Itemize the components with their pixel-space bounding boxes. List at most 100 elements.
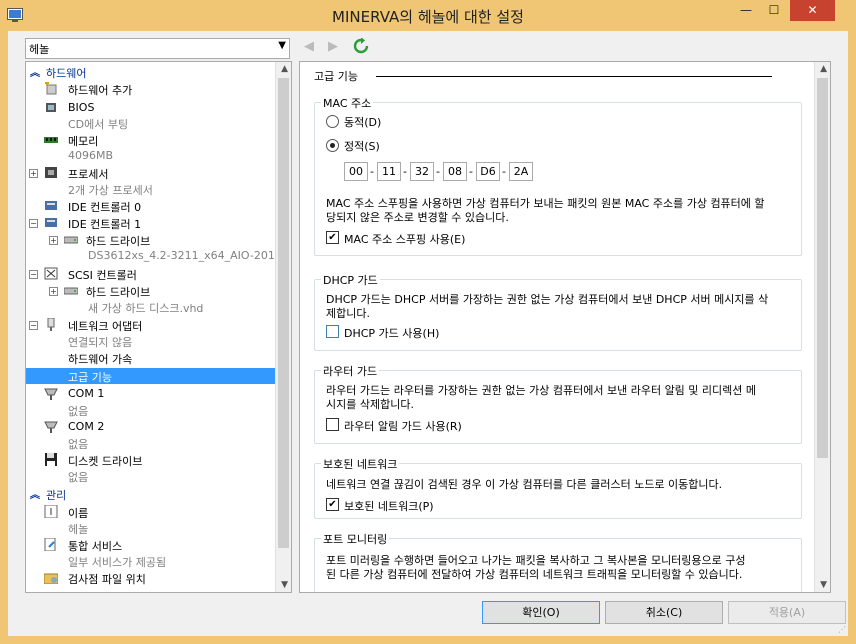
- tree-item-integration-services-sub: 일부 서비스가 제공됨: [68, 556, 167, 569]
- close-button[interactable]: ✕: [790, 0, 835, 21]
- mac-octet-6[interactable]: 2A: [509, 162, 533, 181]
- ok-button[interactable]: 확인(O): [482, 601, 600, 624]
- mac-spoofing-checkbox[interactable]: ✔: [326, 231, 339, 244]
- cancel-button[interactable]: 취소(C): [605, 601, 723, 624]
- mac-static-radio[interactable]: [326, 139, 339, 152]
- dhcp-group-title: DHCP 가드: [321, 272, 380, 288]
- tree-item-ide0[interactable]: IDE 컨트롤러 0: [26, 198, 275, 214]
- tree-item-com2[interactable]: COM 2: [26, 419, 275, 435]
- tree-item-memory-sub: 4096MB: [68, 149, 114, 162]
- mac-separator: -: [370, 165, 374, 178]
- scroll-up-icon[interactable]: ▲: [281, 64, 288, 74]
- collapse-minus-icon[interactable]: −: [29, 321, 38, 330]
- port-monitoring-description-line2: 된 다른 가상 컴퓨터에 전달하여 가상 컴퓨터의 네트워크 트래픽을 모니터링…: [326, 568, 743, 581]
- tree-item-com1[interactable]: COM 1: [26, 386, 275, 402]
- expand-plus-icon[interactable]: +: [49, 287, 58, 296]
- mac-octet-1[interactable]: 00: [344, 162, 368, 181]
- tree-item-bios-sub: CD에서 부팅: [68, 118, 129, 131]
- add-hardware-icon: [45, 82, 57, 95]
- diskette-icon: [45, 453, 57, 466]
- router-guard-label: 라우터 알림 가드 사용(R): [344, 420, 462, 433]
- tree-item-diskette[interactable]: 디스켓 드라이브: [26, 452, 275, 468]
- com-port-icon: [44, 421, 58, 433]
- minimize-button[interactable]: —: [733, 0, 759, 21]
- back-arrow-icon[interactable]: ◀: [304, 39, 314, 54]
- integration-services-icon: [44, 538, 56, 551]
- mac-dynamic-radio[interactable]: [326, 115, 339, 128]
- network-adapter-icon: [47, 318, 55, 331]
- com-port-icon: [44, 388, 58, 400]
- tree-item-ide1-hard-drive-sub: DS3612xs_4.2-3211_x64_AIO-201...: [88, 249, 286, 262]
- mac-static-label: 정적(S): [344, 140, 380, 153]
- tree-scrollbar[interactable]: ▲ ▼: [275, 62, 291, 592]
- tree-item-com1-sub: 없음: [68, 405, 89, 418]
- tree-item-add-hardware[interactable]: 하드웨어 추가: [26, 81, 275, 97]
- tree-item-ide1-hard-drive[interactable]: + 하드 드라이브: [26, 232, 275, 248]
- hard-drive-icon: [64, 287, 78, 295]
- name-field-icon: [44, 505, 58, 518]
- tree-item-diskette-sub: 없음: [68, 471, 89, 484]
- tree-item-com2-sub: 없음: [68, 438, 89, 451]
- mac-group-title: MAC 주소: [321, 95, 374, 111]
- tree-item-integration-services[interactable]: 통합 서비스: [26, 537, 275, 553]
- advanced-features-panel: 고급 기능 MAC 주소 동적(D) 정적(S) 00 - 11 - 32 - …: [299, 61, 831, 593]
- section-management[interactable]: ︽ 관리: [26, 486, 275, 502]
- refresh-icon[interactable]: [353, 38, 369, 54]
- tree-item-network-adapter[interactable]: − 네트워크 어댑터: [26, 317, 275, 333]
- dhcp-guard-checkbox[interactable]: [326, 325, 339, 338]
- collapse-chevron-icon: ︽: [30, 68, 40, 79]
- tree-item-memory[interactable]: 메모리: [26, 132, 275, 148]
- tree-item-advanced-features[interactable]: 고급 기능: [26, 368, 275, 384]
- panel-scrollbar-thumb[interactable]: [817, 78, 828, 458]
- port-monitoring-title: 포트 모니터링: [321, 531, 390, 547]
- tree-item-hardware-acceleration[interactable]: 하드웨어 가속: [26, 350, 275, 366]
- vm-selector-dropdown[interactable]: 헤놀 ▼: [25, 38, 290, 59]
- settings-dialog: 헤놀 ▼ ◀ ▶ ︽ 하드웨어 하드웨어 추가 BIOS CD에서 부팅 메모리…: [8, 31, 848, 636]
- tree-item-scsi[interactable]: − SCSI 컨트롤러: [26, 266, 275, 282]
- mac-separator: -: [469, 165, 473, 178]
- tree-item-name[interactable]: 이름: [26, 504, 275, 520]
- tree-scrollbar-thumb[interactable]: [278, 78, 289, 548]
- ide-controller-icon: [45, 218, 57, 227]
- mac-octet-4[interactable]: 08: [443, 162, 467, 181]
- dhcp-guard-label: DHCP 가드 사용(H): [344, 327, 440, 340]
- section-hardware[interactable]: ︽ 하드웨어: [26, 64, 275, 80]
- mac-separator: -: [436, 165, 440, 178]
- mac-octet-3[interactable]: 32: [410, 162, 434, 181]
- dhcp-description-line2: 제합니다.: [326, 307, 370, 320]
- resize-grip-icon[interactable]: ⋰: [838, 625, 846, 634]
- scroll-down-icon[interactable]: ▼: [281, 580, 288, 590]
- maximize-button[interactable]: ☐: [761, 0, 787, 21]
- scroll-up-icon[interactable]: ▲: [820, 64, 827, 74]
- ide-controller-icon: [45, 201, 57, 210]
- tree-item-bios[interactable]: BIOS: [26, 100, 275, 116]
- mac-octet-5[interactable]: D6: [476, 162, 500, 181]
- router-guard-checkbox[interactable]: [326, 418, 339, 431]
- mac-octet-2[interactable]: 11: [377, 162, 401, 181]
- tree-item-scsi-hard-drive[interactable]: + 하드 드라이브: [26, 283, 275, 299]
- collapse-chevron-icon: ︽: [30, 490, 40, 501]
- expand-plus-icon[interactable]: +: [29, 169, 38, 178]
- expand-plus-icon[interactable]: +: [49, 236, 58, 245]
- tree-item-ide1[interactable]: − IDE 컨트롤러 1: [26, 215, 275, 231]
- tree-item-scsi-hard-drive-sub: 새 가상 하드 디스크.vhd: [88, 302, 204, 315]
- collapse-minus-icon[interactable]: −: [29, 219, 38, 228]
- protected-description: 네트워크 연결 끊김이 검색된 경우 이 가상 컴퓨터를 다른 클러스터 노드로…: [326, 478, 723, 491]
- hard-drive-icon: [64, 236, 78, 244]
- settings-tree: ︽ 하드웨어 하드웨어 추가 BIOS CD에서 부팅 메모리 4096MB +…: [25, 61, 292, 593]
- apply-button[interactable]: 적용(A): [728, 601, 846, 624]
- bios-chip-icon: [46, 103, 56, 112]
- scroll-down-icon[interactable]: ▼: [820, 580, 827, 590]
- protected-network-checkbox[interactable]: ✔: [326, 498, 339, 511]
- tree-item-processor[interactable]: + 프로세서: [26, 165, 275, 181]
- protected-network-label: 보호된 네트워크(P): [344, 500, 434, 513]
- mac-description-line2: 당되지 않은 주소로 변경할 수 있습니다.: [326, 211, 509, 224]
- vm-selector-value: 헤놀: [29, 43, 50, 56]
- tree-item-checkpoint-location[interactable]: 검사점 파일 위치: [26, 570, 275, 586]
- title-bar: MINERVA의 헤놀에 대한 설정 — ☐ ✕: [0, 0, 856, 31]
- collapse-minus-icon[interactable]: −: [29, 270, 38, 279]
- heading-rule: [376, 76, 772, 77]
- scsi-controller-icon: [44, 267, 58, 280]
- forward-arrow-icon[interactable]: ▶: [328, 39, 338, 54]
- panel-scrollbar[interactable]: ▲ ▼: [814, 62, 830, 592]
